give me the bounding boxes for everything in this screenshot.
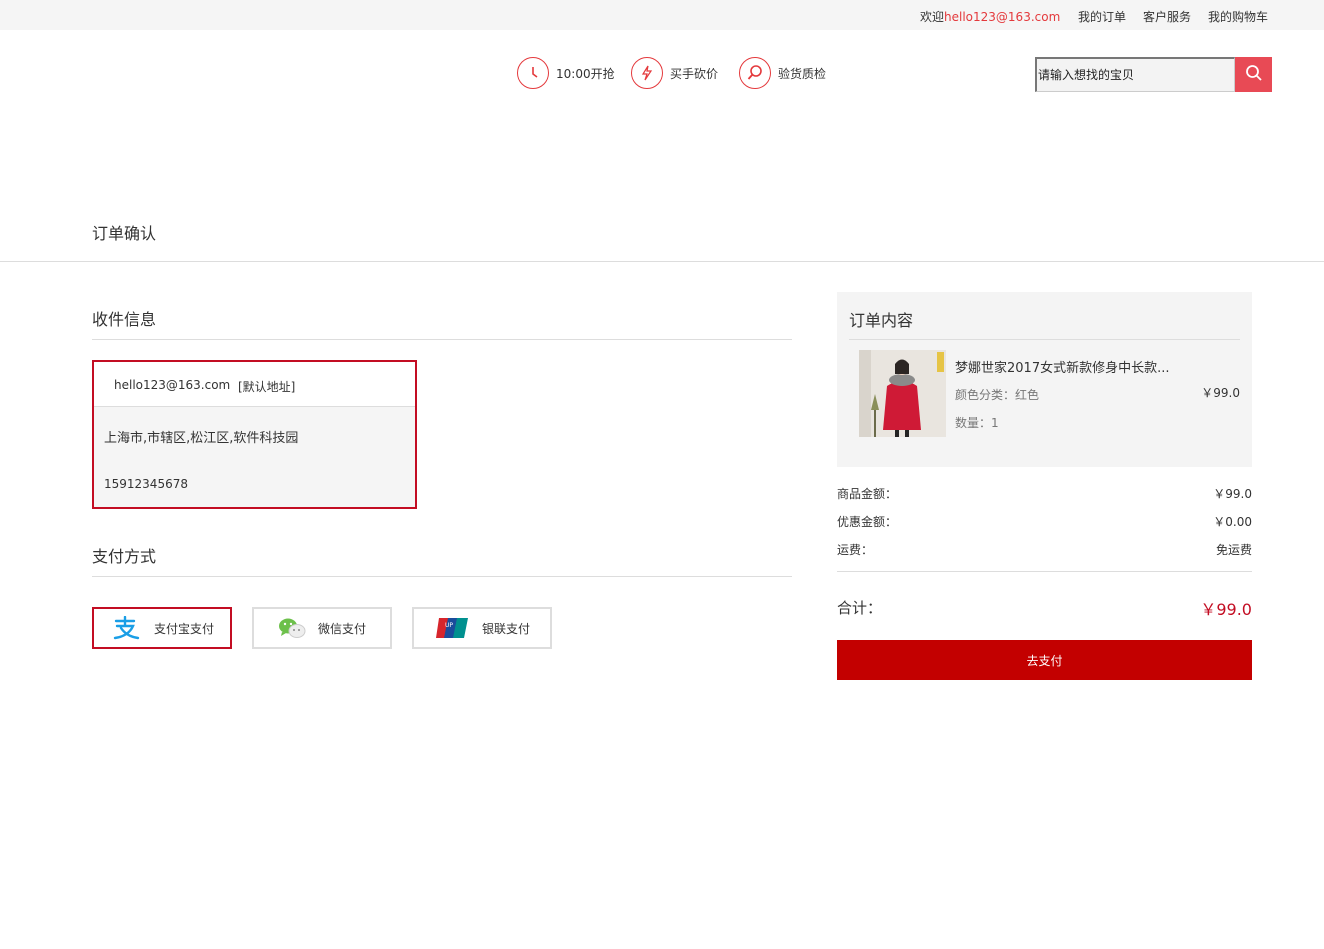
- wechat-pay-button[interactable]: 微信支付: [252, 607, 392, 649]
- wechat-icon: [276, 616, 308, 640]
- feature-bargain[interactable]: 买手砍价: [631, 56, 718, 90]
- shipping-section-title: 收件信息: [92, 310, 157, 329]
- goods-amount-value: ￥99.0: [1213, 487, 1252, 501]
- divider: [92, 339, 792, 340]
- goods-amount-label: 商品金额：: [837, 487, 898, 501]
- order-content-panel: 订单内容 梦娜世家2017女式新款修身中长款... 颜色分类：红色 数量：1 ￥…: [837, 292, 1252, 467]
- payment-label: 微信支付: [318, 621, 367, 636]
- alipay-icon: [110, 616, 142, 640]
- product-color: 颜色分类：红色: [955, 388, 1040, 402]
- order-content-title: 订单内容: [849, 311, 914, 330]
- page-title: 订单确认: [92, 224, 157, 243]
- unionpay-icon: UP: [436, 616, 468, 640]
- recipient-email: hello123@163.com: [114, 378, 231, 392]
- product-quantity: 数量：1: [955, 416, 999, 430]
- go-pay-button[interactable]: 去支付: [837, 640, 1252, 680]
- total-value: ￥99.0: [1200, 600, 1252, 619]
- payment-label: 银联支付: [482, 621, 531, 636]
- recipient-phone: 15912345678: [104, 477, 188, 491]
- top-bar: 欢迎hello123@163.com 我的订单 客户服务 我的购物车: [0, 0, 1324, 30]
- feature-flash-sale[interactable]: 10:00开抢: [517, 56, 615, 90]
- discount-amount-value: ￥0.00: [1213, 515, 1252, 529]
- user-email-link[interactable]: hello123@163.com: [944, 10, 1060, 24]
- divider: [849, 339, 1240, 340]
- shipping-fee-value: 免运费: [1215, 543, 1252, 557]
- welcome-prefix: 欢迎: [920, 10, 945, 24]
- search-bar: [1035, 57, 1272, 92]
- address-card[interactable]: hello123@163.com [默认地址] 上海市,市辖区,松江区,软件科技…: [92, 360, 417, 509]
- payment-section-title: 支付方式: [92, 547, 157, 566]
- alipay-button[interactable]: 支付宝支付: [92, 607, 232, 649]
- svg-text:UP: UP: [445, 622, 453, 629]
- recipient-address: 上海市,市辖区,松江区,软件科技园: [104, 431, 299, 446]
- search-button[interactable]: [1235, 57, 1272, 92]
- discount-amount-label: 优惠金额：: [837, 515, 898, 529]
- product-name[interactable]: 梦娜世家2017女式新款修身中长款...: [955, 357, 1169, 376]
- feature-inspection[interactable]: 验货质检: [739, 56, 826, 90]
- feature-label: 10:00开抢: [556, 66, 615, 81]
- shipping-fee-label: 运费：: [837, 543, 874, 557]
- goods-amount-row: 商品金额： ￥99.0: [837, 485, 1252, 502]
- product-price: ￥99.0: [1201, 386, 1240, 400]
- address-card-header: hello123@163.com [默认地址]: [94, 362, 415, 407]
- customer-service-link[interactable]: 客户服务: [1143, 8, 1191, 25]
- divider: [0, 261, 1324, 262]
- search-icon: [1245, 64, 1263, 86]
- divider: [92, 576, 792, 577]
- shipping-fee-row: 运费： 免运费: [837, 541, 1252, 558]
- product-image[interactable]: [859, 350, 946, 437]
- divider: [837, 571, 1252, 572]
- clock-icon: [517, 57, 549, 89]
- feature-label: 验货质检: [778, 66, 827, 81]
- magnifier-icon: [739, 57, 771, 89]
- lightning-icon: [631, 57, 663, 89]
- unionpay-button[interactable]: UP 银联支付: [412, 607, 552, 649]
- default-address-tag: [默认地址]: [238, 380, 296, 394]
- my-cart-link[interactable]: 我的购物车: [1208, 8, 1268, 25]
- welcome-text: 欢迎hello123@163.com: [920, 8, 1060, 25]
- payment-label: 支付宝支付: [154, 621, 215, 636]
- my-orders-link[interactable]: 我的订单: [1078, 8, 1126, 25]
- total-label: 合计：: [837, 599, 883, 617]
- search-input[interactable]: [1035, 57, 1235, 92]
- feature-label: 买手砍价: [670, 66, 719, 81]
- discount-amount-row: 优惠金额： ￥0.00: [837, 513, 1252, 530]
